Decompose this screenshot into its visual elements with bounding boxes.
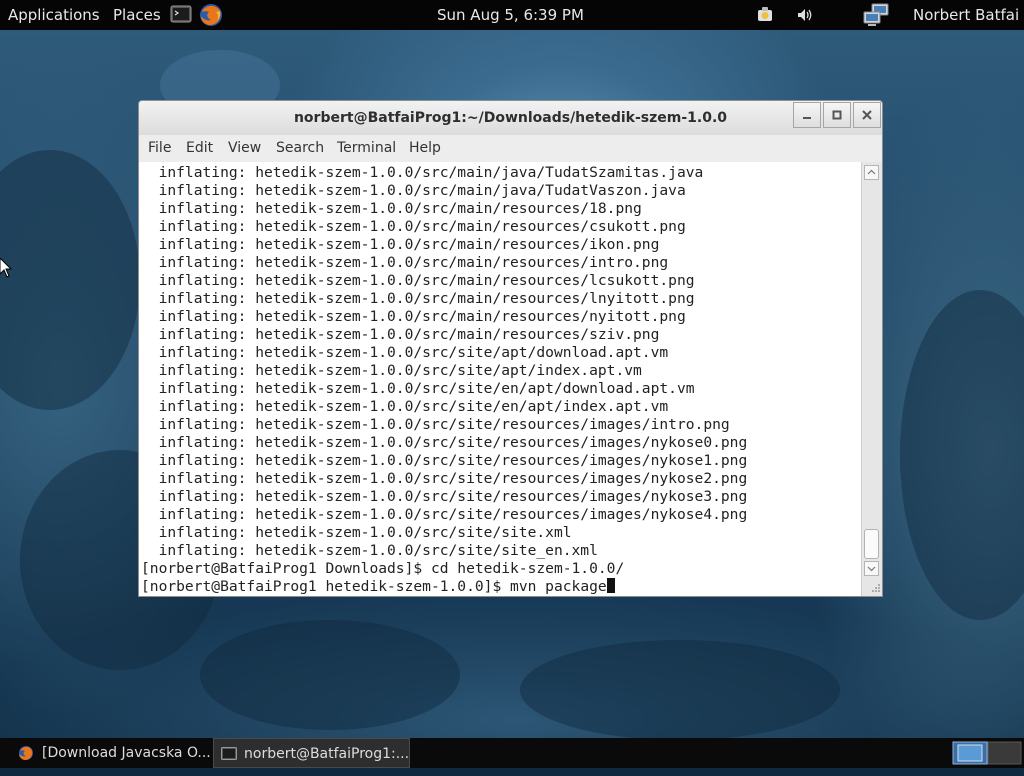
terminal-line: inflating: hetedik-szem-1.0.0/src/site/r… bbox=[141, 416, 730, 433]
scroll-up-button[interactable] bbox=[864, 165, 879, 180]
terminal-line: inflating: hetedik-szem-1.0.0/src/site/s… bbox=[141, 524, 572, 541]
network-indicator[interactable] bbox=[862, 2, 894, 28]
maximize-icon bbox=[832, 110, 842, 120]
minimize-icon bbox=[803, 117, 811, 119]
terminal-line: inflating: hetedik-szem-1.0.0/src/site/r… bbox=[141, 452, 748, 469]
terminal-line: inflating: hetedik-szem-1.0.0/src/main/r… bbox=[141, 218, 686, 235]
firefox-icon bbox=[200, 4, 222, 26]
terminal-line: inflating: hetedik-szem-1.0.0/src/main/r… bbox=[141, 272, 695, 289]
terminal-line: inflating: hetedik-szem-1.0.0/src/site/r… bbox=[141, 434, 748, 451]
terminal-line: inflating: hetedik-szem-1.0.0/src/site/r… bbox=[141, 506, 748, 523]
terminal-line: inflating: hetedik-szem-1.0.0/src/site/r… bbox=[141, 470, 748, 487]
close-button[interactable] bbox=[853, 102, 881, 128]
minimize-button[interactable] bbox=[793, 102, 821, 128]
terminal-line: [norbert@BatfaiProg1 Downloads]$ cd hete… bbox=[141, 560, 625, 577]
terminal-line: inflating: hetedik-szem-1.0.0/src/main/r… bbox=[141, 326, 660, 343]
resize-grip-icon[interactable] bbox=[870, 582, 881, 593]
network-icon bbox=[863, 3, 889, 26]
maximize-button[interactable] bbox=[823, 102, 851, 128]
terminal-line: inflating: hetedik-szem-1.0.0/src/main/r… bbox=[141, 308, 686, 325]
text-cursor bbox=[606, 578, 615, 593]
terminal-line: inflating: hetedik-szem-1.0.0/src/site/e… bbox=[141, 380, 695, 397]
top-panel: Applications Places Sun Aug 5, 6:39 PM N… bbox=[0, 0, 1024, 30]
terminal-line: inflating: hetedik-szem-1.0.0/src/main/r… bbox=[141, 200, 642, 217]
firefox-icon bbox=[19, 746, 33, 760]
terminal-line: inflating: hetedik-szem-1.0.0/src/site/r… bbox=[141, 488, 748, 505]
terminal-line: inflating: hetedik-szem-1.0.0/src/site/a… bbox=[141, 362, 642, 379]
bottom-panel: [Download Javacska O... norbert@BatfaiPr… bbox=[0, 738, 1024, 768]
close-icon bbox=[862, 110, 872, 120]
terminal-line: inflating: hetedik-szem-1.0.0/src/main/r… bbox=[141, 236, 660, 253]
applications-menu[interactable]: Applications bbox=[8, 0, 100, 30]
task-label: norbert@BatfaiProg1:... bbox=[244, 746, 410, 762]
task-firefox-window[interactable]: [Download Javacska O... bbox=[10, 738, 211, 768]
user-menu[interactable]: Norbert Batfai bbox=[913, 0, 1019, 30]
task-terminal-window[interactable]: norbert@BatfaiProg1:... bbox=[213, 738, 410, 768]
terminal-prompt-line: [norbert@BatfaiProg1 hetedik-szem-1.0.0]… bbox=[141, 578, 615, 596]
typed-command: mvn package bbox=[510, 578, 607, 595]
terminal-line: inflating: hetedik-szem-1.0.0/src/site/a… bbox=[141, 344, 669, 361]
places-menu[interactable]: Places bbox=[113, 0, 161, 30]
terminal-window: norbert@BatfaiProg1:~/Downloads/hetedik-… bbox=[138, 100, 883, 597]
terminal-line: inflating: hetedik-szem-1.0.0/src/main/r… bbox=[141, 254, 669, 271]
terminal-line: inflating: hetedik-szem-1.0.0/src/main/r… bbox=[141, 290, 695, 307]
terminal-icon bbox=[170, 5, 192, 23]
menu-terminal[interactable]: Terminal bbox=[337, 135, 396, 161]
terminal-line: inflating: hetedik-szem-1.0.0/src/site/s… bbox=[141, 542, 598, 559]
menubar: File Edit View Search Terminal Help bbox=[139, 135, 882, 161]
scroll-down-button[interactable] bbox=[864, 561, 879, 576]
task-label: [Download Javacska O... bbox=[42, 745, 211, 761]
terminal-line: inflating: hetedik-szem-1.0.0/src/main/j… bbox=[141, 182, 686, 199]
terminal-line: inflating: hetedik-szem-1.0.0/src/main/j… bbox=[141, 164, 704, 181]
chevron-up-icon bbox=[867, 169, 876, 175]
workspace-switcher[interactable] bbox=[952, 741, 1022, 765]
window-titlebar[interactable]: norbert@BatfaiProg1:~/Downloads/hetedik-… bbox=[139, 101, 882, 135]
menu-help[interactable]: Help bbox=[409, 135, 441, 161]
terminal-icon bbox=[221, 747, 237, 760]
update-notifier[interactable] bbox=[756, 6, 774, 24]
menu-view[interactable]: View bbox=[228, 135, 261, 161]
workspace-switcher-icon bbox=[952, 741, 1022, 765]
mouse-pointer-icon bbox=[0, 258, 12, 278]
terminal-line: inflating: hetedik-szem-1.0.0/src/site/e… bbox=[141, 398, 669, 415]
volume-control[interactable] bbox=[796, 6, 814, 24]
shell-prompt: [norbert@BatfaiProg1 hetedik-szem-1.0.0]… bbox=[141, 578, 511, 595]
terminal-scrollbar[interactable] bbox=[861, 162, 882, 596]
scrollbar-thumb[interactable] bbox=[864, 529, 879, 559]
menu-file[interactable]: File bbox=[148, 135, 171, 161]
chevron-down-icon bbox=[867, 566, 876, 572]
firefox-launcher[interactable] bbox=[198, 2, 224, 28]
menu-edit[interactable]: Edit bbox=[186, 135, 213, 161]
window-title: norbert@BatfaiProg1:~/Downloads/hetedik-… bbox=[293, 110, 728, 126]
terminal-output[interactable]: inflating: hetedik-szem-1.0.0/src/main/j… bbox=[139, 162, 861, 596]
menu-search[interactable]: Search bbox=[276, 135, 324, 161]
update-notifier-icon bbox=[758, 7, 772, 21]
terminal-launcher[interactable] bbox=[170, 5, 192, 25]
volume-icon bbox=[798, 9, 812, 21]
clock[interactable]: Sun Aug 5, 6:39 PM bbox=[437, 0, 584, 30]
